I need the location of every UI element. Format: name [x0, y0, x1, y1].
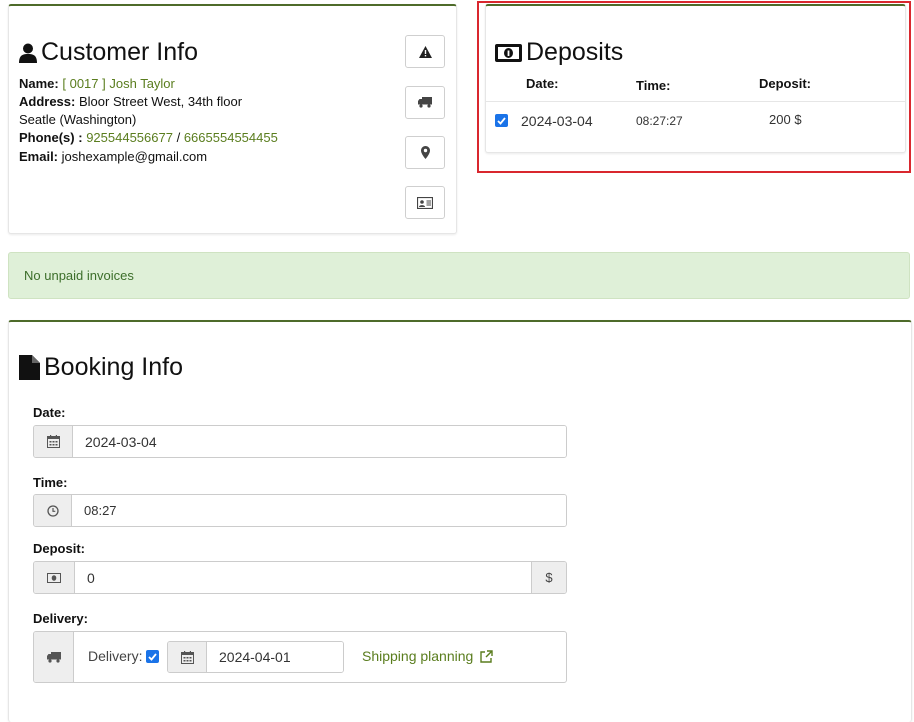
delivery-truck-button[interactable]	[405, 86, 445, 119]
deposit-header-divider	[486, 101, 905, 102]
booking-deposit-currency: $	[545, 570, 553, 585]
booking-deposit-label: Deposit:	[33, 541, 85, 556]
warning-icon	[418, 45, 432, 58]
email-value: joshexample@gmail.com	[61, 149, 208, 164]
address-line2: Seatle (Washington)	[19, 112, 137, 127]
map-marker-icon	[420, 146, 430, 159]
booking-time-addon	[34, 495, 72, 526]
booking-delivery-group: Delivery: Shipping planning	[33, 631, 567, 683]
calendar-icon	[46, 435, 60, 448]
customer-email-line: Email: joshexample@gmail.com	[19, 148, 207, 166]
user-icon	[19, 43, 37, 63]
customer-info-title: Customer Info	[19, 38, 198, 67]
booking-date-label: Date:	[33, 405, 66, 420]
address-label: Address:	[19, 94, 76, 109]
booking-date-addon	[34, 426, 73, 457]
customer-phones-line: Phone(s) : 925544556677 / 6665554554455	[19, 129, 278, 147]
location-button[interactable]	[405, 136, 445, 169]
deposit-header-time: Time:	[636, 78, 671, 93]
deposit-row-time: 08:27:27	[636, 114, 683, 128]
customer-name-line: Name: [ 0017 ] Josh Taylor	[19, 75, 175, 93]
unpaid-invoices-text: No unpaid invoices	[24, 268, 134, 283]
deposit-row-checkbox[interactable]	[495, 114, 508, 127]
file-icon	[19, 355, 40, 380]
shipping-planning-link[interactable]: Shipping planning	[362, 648, 494, 664]
name-label: Name:	[19, 76, 59, 91]
money-icon	[495, 43, 522, 62]
deposit-header-deposit: Deposit:	[759, 76, 811, 91]
deposits-title: Deposits	[495, 38, 623, 67]
customer-address-line2: Seatle (Washington)	[19, 111, 136, 129]
booking-time-label: Time:	[33, 475, 68, 490]
phones-label: Phone(s) :	[19, 130, 83, 145]
customer-address-line: Address: Bloor Street West, 34th floor	[19, 93, 242, 111]
booking-info-title: Booking Info	[19, 353, 183, 382]
customer-info-title-text: Customer Info	[41, 38, 199, 66]
delivery-date-input[interactable]	[207, 642, 343, 672]
deposits-panel: Deposits Date: Time: Deposit: 2024-03-04…	[485, 4, 906, 153]
unpaid-invoices-alert: No unpaid invoices	[8, 252, 910, 299]
customer-name-link[interactable]: [ 0017 ] Josh Taylor	[62, 76, 175, 91]
deposit-row-amount-value: 200	[769, 112, 791, 127]
booking-date-group	[33, 425, 567, 458]
booking-delivery-body: Delivery: Shipping planning	[74, 632, 566, 682]
deposit-row-date: 2024-03-04	[521, 113, 593, 129]
address-line1: Bloor Street West, 34th floor	[78, 94, 243, 109]
phone-link-2[interactable]: 6665554554455	[184, 130, 278, 145]
id-card-button[interactable]	[405, 186, 445, 219]
phone-link-1[interactable]: 925544556677	[86, 130, 173, 145]
phone-separator: /	[176, 130, 181, 145]
delivery-checkbox[interactable]	[146, 650, 159, 663]
deposit-row-currency: $	[794, 112, 802, 127]
clock-icon	[46, 504, 59, 517]
deposits-title-text: Deposits	[526, 38, 624, 66]
email-label: Email:	[19, 149, 59, 164]
warning-button[interactable]	[405, 35, 445, 68]
delivery-date-group	[167, 641, 344, 673]
booking-time-group	[33, 494, 567, 527]
id-card-icon	[417, 196, 433, 209]
external-link-icon	[480, 649, 494, 663]
shipping-planning-text: Shipping planning	[362, 648, 474, 664]
delivery-checkbox-label: Delivery:	[88, 648, 143, 664]
booking-date-input[interactable]	[73, 426, 566, 457]
booking-info-title-text: Booking Info	[44, 353, 183, 381]
booking-deposit-currency-addon: $	[531, 562, 566, 593]
delivery-truck-icon	[46, 651, 61, 663]
booking-deposit-addon	[34, 562, 75, 593]
delivery-date-addon	[168, 642, 207, 672]
booking-delivery-label: Delivery:	[33, 611, 88, 626]
booking-time-input[interactable]	[72, 495, 566, 526]
booking-deposit-input[interactable]	[75, 562, 531, 593]
money-small-icon	[47, 572, 61, 583]
check-icon	[148, 652, 157, 661]
truck-icon	[418, 97, 432, 108]
deposit-header-date: Date:	[526, 76, 559, 91]
customer-info-panel: Customer Info Name: [ 0017 ] Josh Taylor…	[8, 4, 457, 234]
calendar-icon	[180, 650, 194, 664]
booking-delivery-addon	[34, 632, 74, 682]
deposit-row-amount: 200 $	[769, 112, 802, 127]
check-icon	[497, 116, 506, 125]
booking-deposit-group: $	[33, 561, 567, 594]
